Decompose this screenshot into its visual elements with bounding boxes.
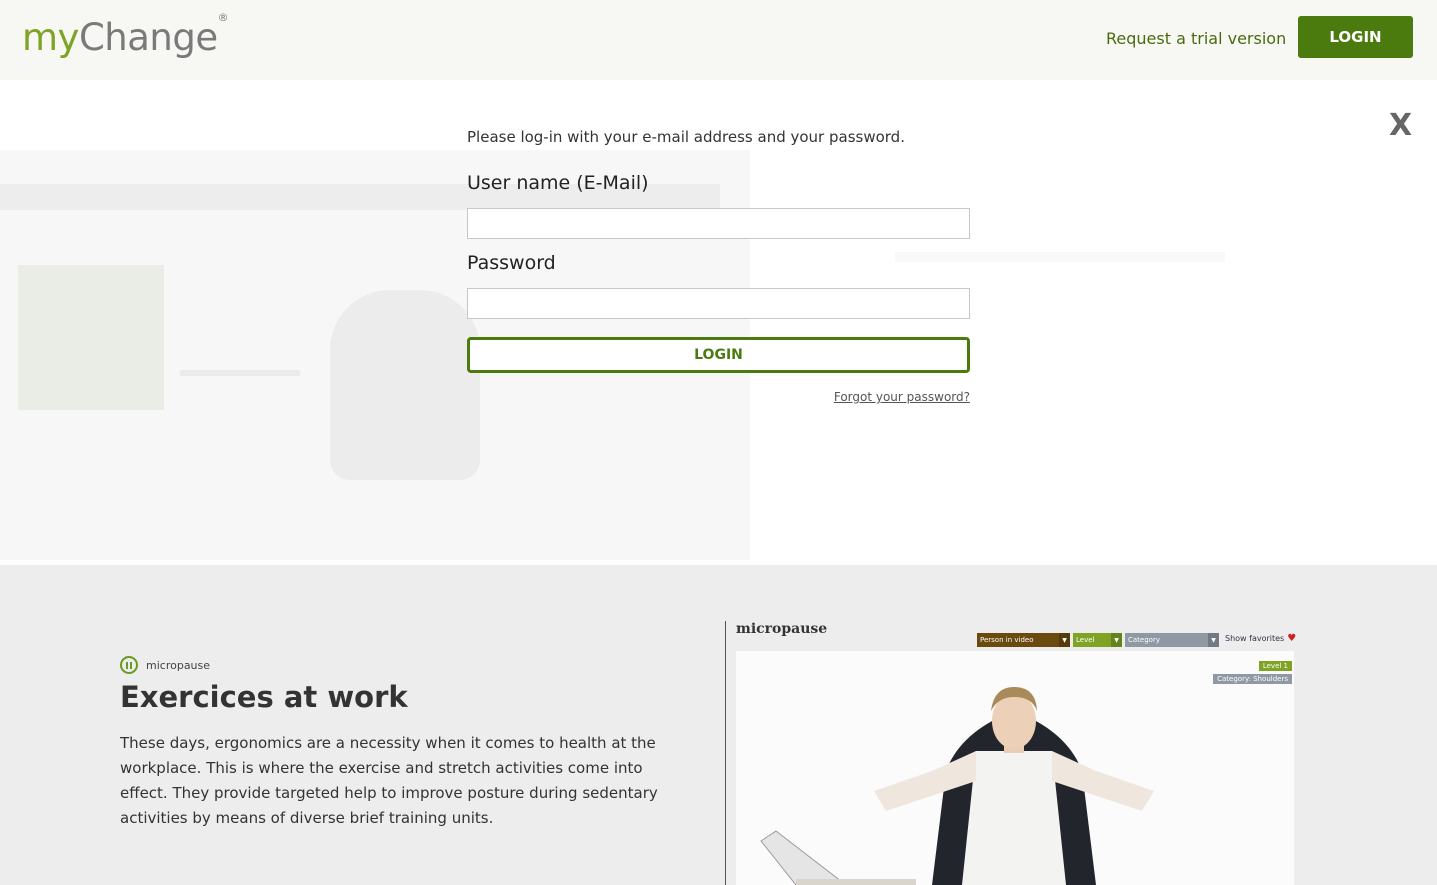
login-intro-text: Please log-in with your e-mail address a… bbox=[467, 128, 905, 146]
feature-title-bold: Exercices bbox=[120, 680, 274, 714]
login-modal: X Please log-in with your e-mail address… bbox=[0, 80, 1437, 565]
close-icon[interactable]: X bbox=[1389, 108, 1412, 143]
section-divider bbox=[725, 621, 726, 885]
chevron-down-icon: ▼ bbox=[1208, 633, 1219, 647]
feature-description: These days, ergonomics are a necessity w… bbox=[120, 734, 658, 827]
top-header: myChange® Request a trial version LOGIN bbox=[0, 0, 1437, 80]
filter-person: Person in video ▼ bbox=[977, 633, 1070, 647]
show-favorites: Show favorites ♥ bbox=[1225, 633, 1296, 644]
forgot-password-link[interactable]: Forgot your password? bbox=[467, 390, 970, 404]
filter-category-label: Category bbox=[1128, 636, 1160, 644]
password-input[interactable] bbox=[467, 288, 970, 319]
show-favorites-label: Show favorites bbox=[1225, 634, 1285, 643]
mychange-logo[interactable]: myChange® bbox=[22, 11, 229, 59]
background-sidebar-tiles bbox=[18, 265, 164, 410]
username-input[interactable] bbox=[467, 208, 970, 239]
level-tag: Level 1 bbox=[1258, 661, 1292, 671]
filter-level: Level ▼ bbox=[1073, 633, 1122, 647]
chevron-down-icon: ▼ bbox=[1059, 633, 1070, 647]
exercise-illustration bbox=[736, 651, 1294, 885]
login-submit-button[interactable]: LOGIN bbox=[467, 337, 970, 373]
feature-badge: micropause bbox=[120, 656, 210, 674]
password-label: Password bbox=[467, 252, 556, 274]
heart-icon: ♥ bbox=[1287, 633, 1297, 644]
exercise-video-preview: Level 1 Category: Shoulders bbox=[736, 651, 1294, 885]
chevron-down-icon: ▼ bbox=[1111, 633, 1122, 647]
username-label: User name (E-Mail) bbox=[467, 172, 649, 194]
header-login-button[interactable]: LOGIN bbox=[1298, 16, 1413, 58]
feature-title: Exercices at work bbox=[120, 680, 408, 714]
logo-my: my bbox=[22, 16, 79, 59]
background-desk bbox=[180, 370, 300, 376]
filter-category: Category ▼ bbox=[1125, 633, 1219, 647]
login-form: Please log-in with your e-mail address a… bbox=[467, 128, 970, 404]
preview-app-title: micropause bbox=[736, 621, 828, 637]
pause-icon bbox=[120, 656, 138, 674]
background-person-figure bbox=[330, 290, 480, 480]
feature-title-rest: at work bbox=[273, 680, 408, 714]
request-trial-link[interactable]: Request a trial version bbox=[1106, 29, 1286, 48]
category-tag: Category: Shoulders bbox=[1213, 674, 1292, 684]
logo-change: Change bbox=[78, 16, 218, 59]
registered-mark: ® bbox=[217, 10, 229, 24]
feature-section: micropause Exercices at work These days,… bbox=[0, 565, 1437, 885]
filter-person-label: Person in video bbox=[980, 636, 1034, 644]
feature-badge-label: micropause bbox=[146, 658, 211, 672]
filter-level-label: Level bbox=[1076, 636, 1095, 644]
